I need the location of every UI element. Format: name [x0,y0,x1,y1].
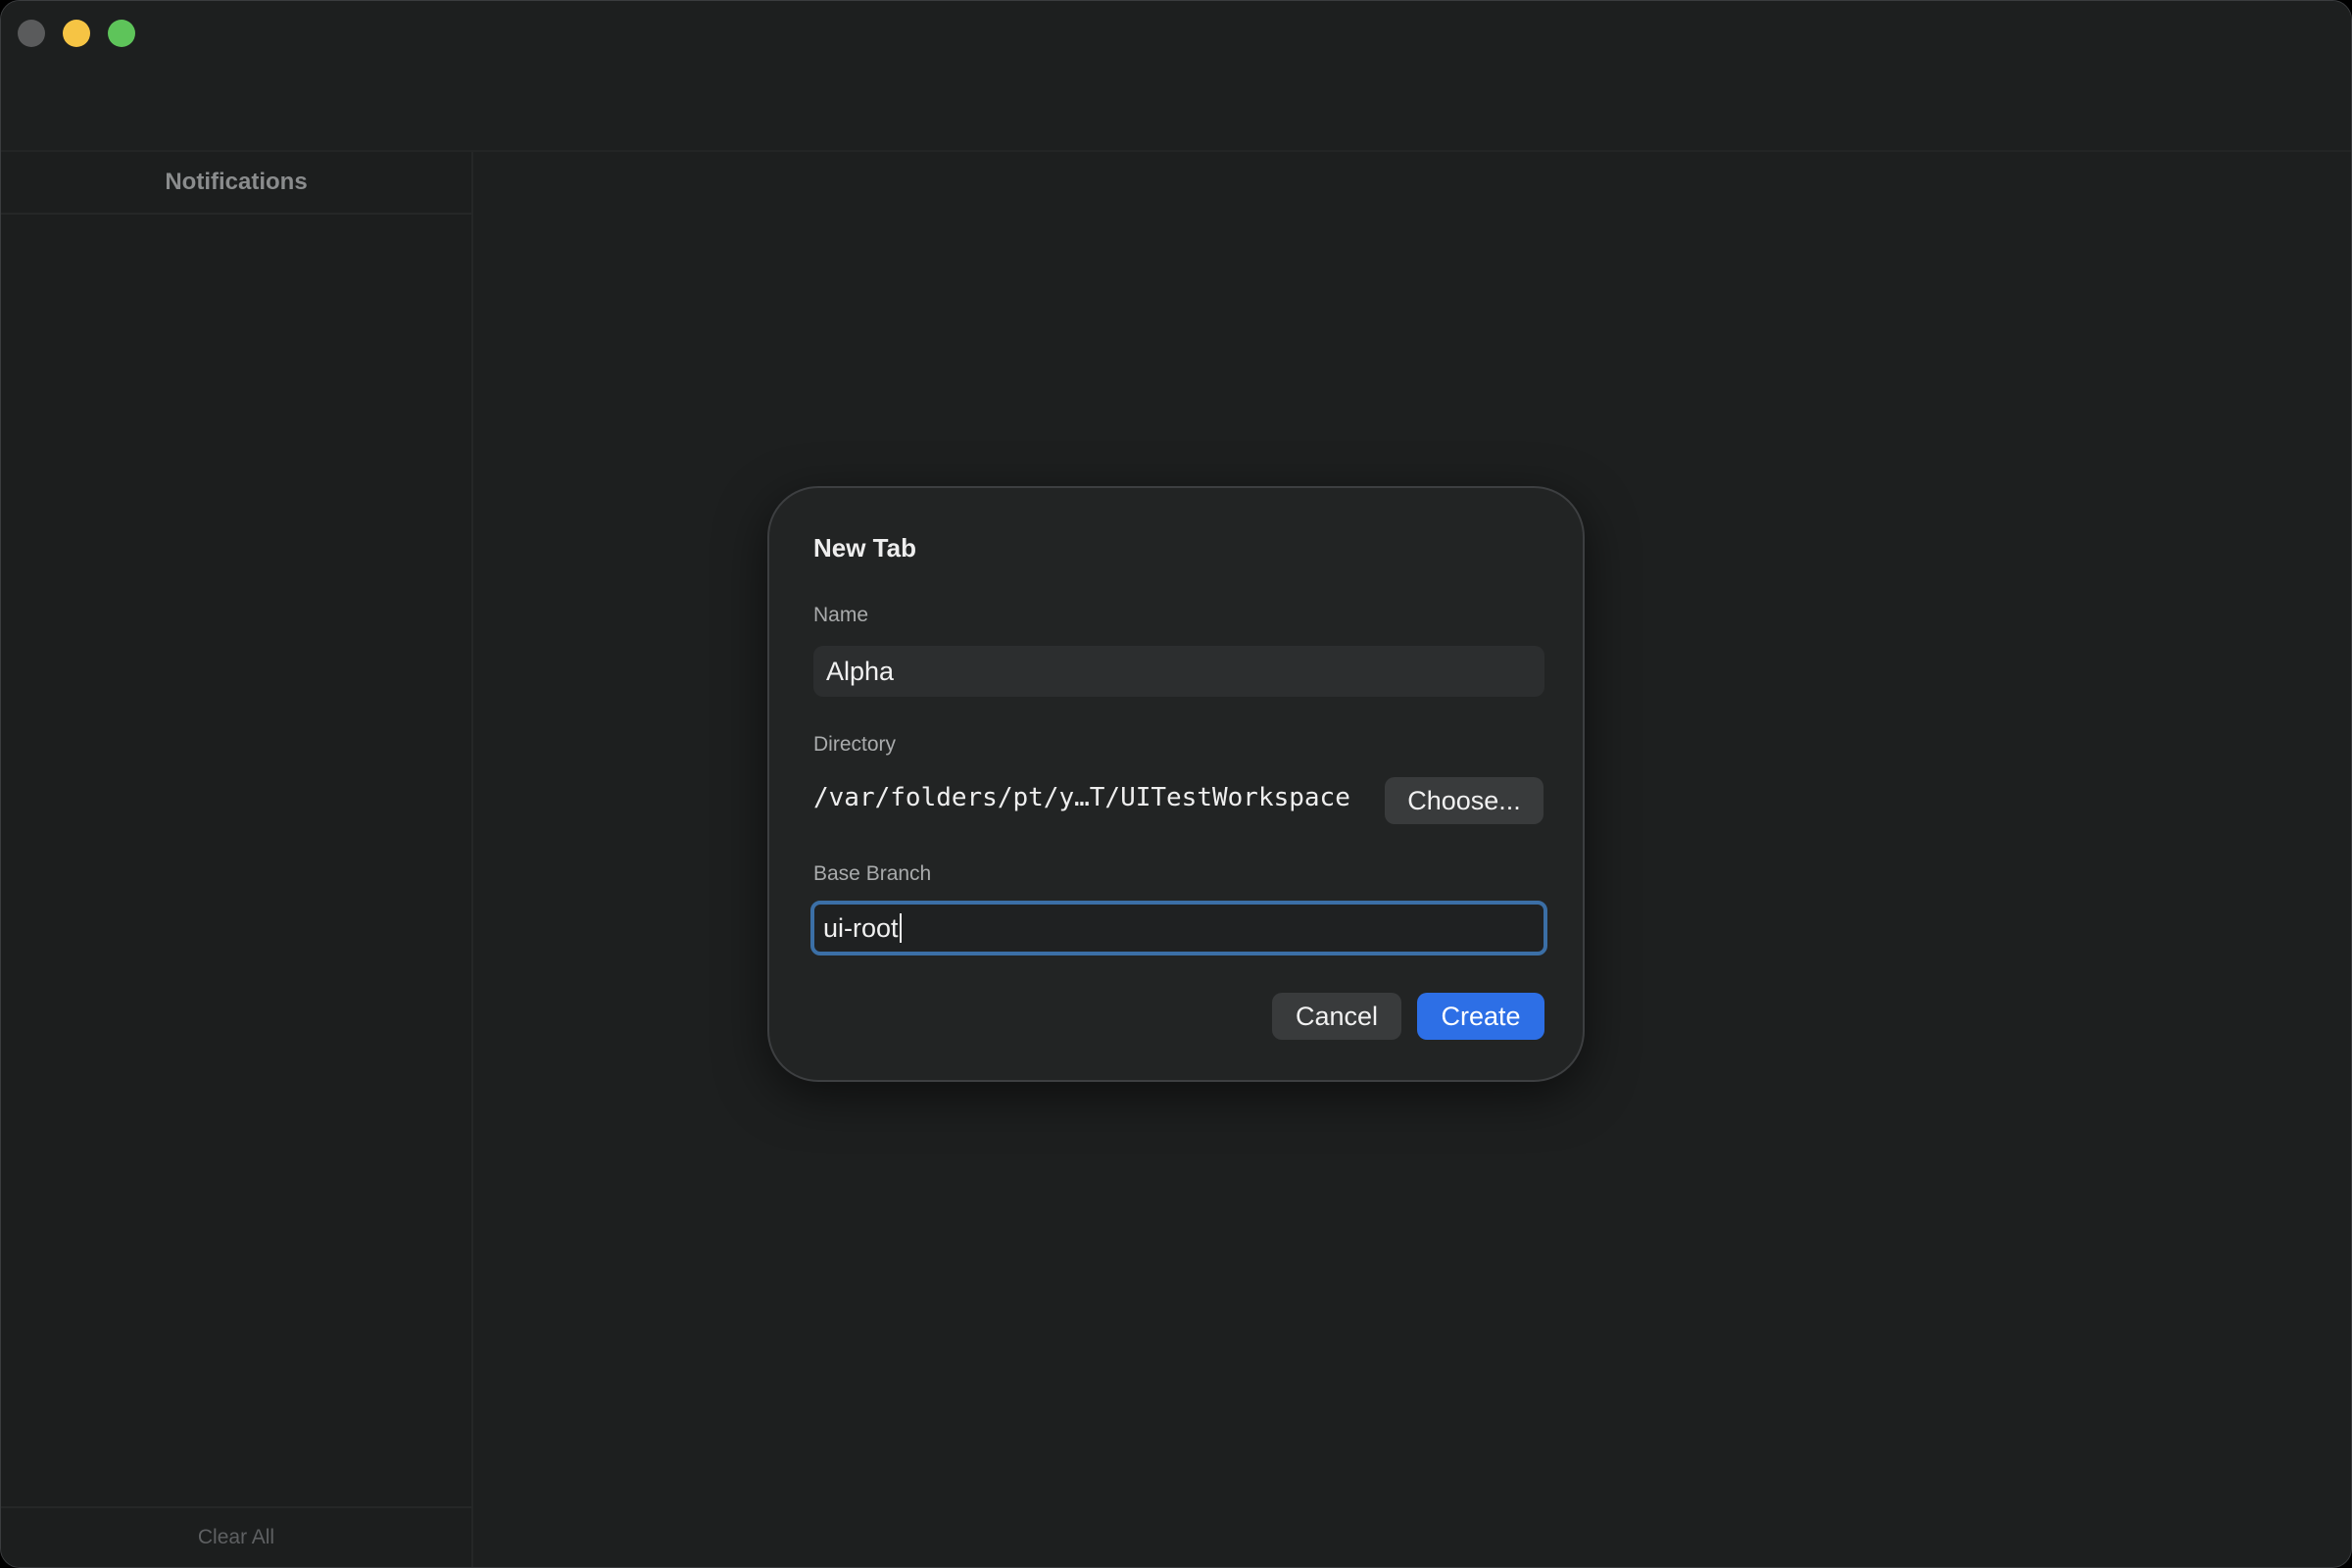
close-window-button[interactable] [18,20,45,47]
name-input-value: Alpha [826,656,895,686]
dialog-title: New Tab [813,533,916,563]
notifications-sidebar: Notifications Clear All [1,152,473,1567]
title-bar[interactable] [1,1,2351,152]
name-input[interactable]: Alpha [813,646,1544,697]
clear-all-button[interactable]: Clear All [1,1506,471,1567]
directory-label: Directory [813,733,897,756]
new-tab-dialog: New Tab Name Alpha Directory /var/folder… [767,486,1585,1082]
text-caret [899,913,902,943]
base-branch-input-value: ui-root [823,912,899,943]
base-branch-label: Base Branch [813,862,932,885]
directory-path: /var/folders/pt/y…T/UITestWorkspace [813,783,1350,812]
zoom-window-button[interactable] [108,20,135,47]
create-button[interactable]: Create [1417,993,1544,1040]
app-window: Notifications Clear All New Tab Name Alp… [0,0,2352,1568]
minimize-window-button[interactable] [63,20,90,47]
sidebar-title: Notifications [1,152,471,215]
name-label: Name [813,604,869,626]
choose-directory-button[interactable]: Choose... [1385,777,1544,824]
cancel-button[interactable]: Cancel [1272,993,1401,1040]
base-branch-input[interactable]: ui-root [810,901,1547,956]
